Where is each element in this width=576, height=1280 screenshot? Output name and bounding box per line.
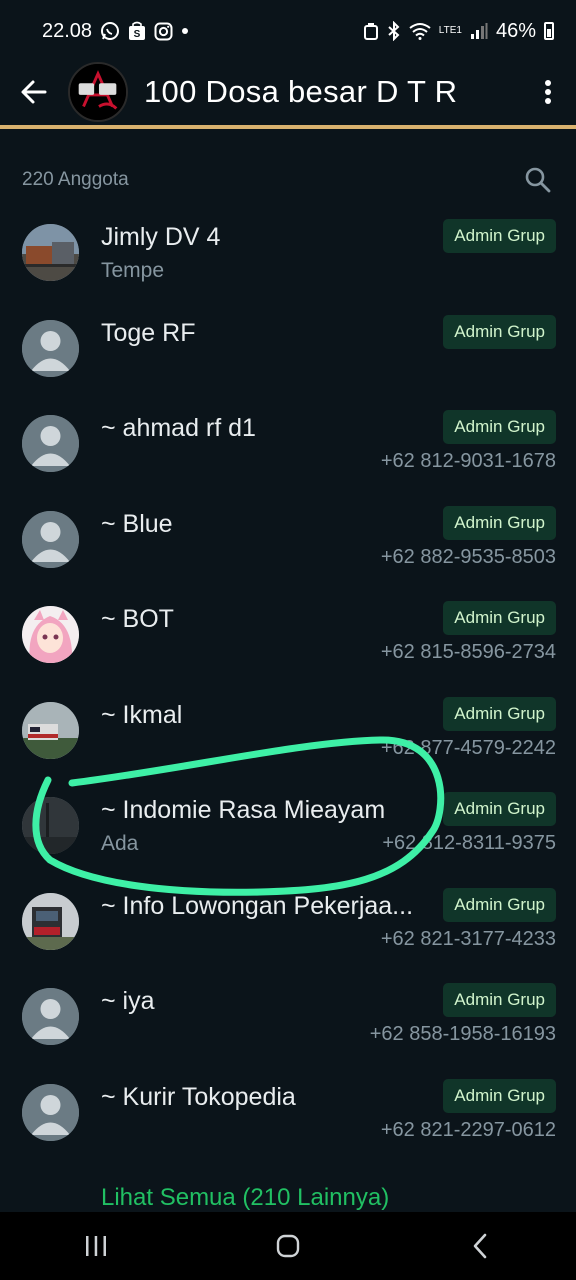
member-status: Tempe [101,259,165,282]
members-header: 220 Anggota [22,160,558,200]
member-name: ~ Indomie Rasa Mieayam [101,796,386,824]
member-phone: +62 858-1958-16193 [369,1023,556,1045]
member-avatar[interactable] [22,510,79,568]
search-members-button[interactable] [518,160,558,200]
status-time: 22.08 [42,19,93,42]
battery-icon [544,22,554,40]
group-avatar[interactable] [68,62,128,122]
member-phone: +62 812-8311-9375 [382,832,556,854]
admin-badge: Admin Grup [443,314,556,349]
member-avatar[interactable] [22,606,79,663]
admin-badge: Admin Grup [443,1078,556,1113]
member-phone: +62 815-8596-2734 [380,641,556,663]
member-phone: +62 882-9535-8503 [380,545,556,568]
member-avatar[interactable] [22,988,79,1045]
admin-badge: Admin Grup [443,410,556,444]
member-row[interactable]: ~ BOT Admin Grup +62 815-8596-2734 [0,587,576,683]
member-avatar[interactable] [22,701,79,759]
member-row[interactable]: ~ iya Admin Grup +62 858-1958-16193 [0,969,576,1065]
more-vert-icon [545,80,551,104]
member-list: Jimly DV 4 Tempe Admin Grup Toge RF Admin G… [0,205,576,1160]
member-phone: +62 877-4579-2242 [380,736,556,759]
signal-icon [470,22,488,40]
member-avatar[interactable] [22,892,79,950]
member-name: ~ Ikmal [101,700,183,729]
home-icon [276,1234,300,1258]
member-status: Ada [101,832,139,855]
back-button[interactable] [0,62,68,122]
member-phone: +62 821-3177-4233 [380,927,556,950]
member-name: Toge RF [101,318,196,347]
instagram-icon [154,22,173,41]
whatsapp-icon [100,21,120,41]
svg-text:S: S [134,29,141,40]
member-phone: +62 821-2297-0612 [380,1118,556,1141]
home-button[interactable] [248,1216,328,1276]
network-label: LTE1 [438,25,462,36]
member-name: ~ BOT [101,605,174,633]
more-options-button[interactable] [520,62,576,122]
admin-badge: Admin Grup [443,219,556,253]
member-row[interactable]: Toge RF Admin Grup [0,301,576,397]
status-bar: 22.08 S LTE1 46% [0,0,576,62]
admin-badge: Admin Grup [443,505,556,540]
wifi-icon [409,22,431,40]
member-avatar[interactable] [22,1083,79,1141]
member-name: ~ Kurir Tokopedia [101,1082,296,1111]
admin-badge: Admin Grup [443,601,556,635]
member-row[interactable]: ~ Indomie Rasa Mieayam Ada Admin Grup +62 8… [0,778,576,874]
members-count: 220 Anggota [22,169,129,190]
member-row[interactable]: ~ Info Lowongan Pekerjaa... Admin Grup +62… [0,874,576,970]
system-nav-bar [0,1212,576,1280]
bluetooth-icon [387,21,401,41]
member-row[interactable]: ~ Kurir Tokopedia Admin Grup +62 821-2297-… [0,1065,576,1161]
member-avatar[interactable] [22,319,79,377]
battery-percent: 46% [495,19,536,42]
member-avatar[interactable] [22,415,79,472]
shopping-bag-icon: S [128,21,146,41]
member-row[interactable]: ~ Blue Admin Grup +62 882-9535-8503 [0,492,576,588]
alarm-icon [363,22,379,40]
admin-badge: Admin Grup [443,887,556,922]
arrow-left-icon [21,80,47,104]
member-name: ~ ahmad rf d1 [101,414,256,442]
header-divider [0,125,576,129]
member-avatar[interactable] [22,797,79,854]
member-name: ~ iya [101,987,155,1015]
member-name: Jimly DV 4 [101,223,221,251]
see-all-members-link[interactable]: Lihat Semua (210 Lainnya) [101,1184,389,1212]
chevron-left-icon [473,1233,487,1259]
admin-badge: Admin Grup [443,792,556,826]
member-name: ~ Blue [101,509,173,538]
search-icon [525,167,551,193]
member-row[interactable]: ~ ahmad rf d1 Admin Grup +62 812-9031-1678 [0,396,576,492]
member-avatar[interactable] [22,224,79,281]
recent-apps-button[interactable] [56,1216,136,1276]
member-row[interactable]: Jimly DV 4 Tempe Admin Grup [0,205,576,301]
recent-apps-icon [86,1236,106,1256]
member-phone: +62 812-9031-1678 [380,450,556,472]
member-row[interactable]: ~ Ikmal Admin Grup +62 877-4579-2242 [0,683,576,779]
back-nav-button[interactable] [440,1216,520,1276]
notification-dot-icon [181,27,189,35]
app-bar: 100 Dosa besar D T R [0,58,576,126]
group-title[interactable]: 100 Dosa besar D T R [144,74,520,110]
admin-badge: Admin Grup [443,696,556,731]
member-name: ~ Info Lowongan Pekerjaa... [101,891,414,920]
admin-badge: Admin Grup [443,983,556,1017]
